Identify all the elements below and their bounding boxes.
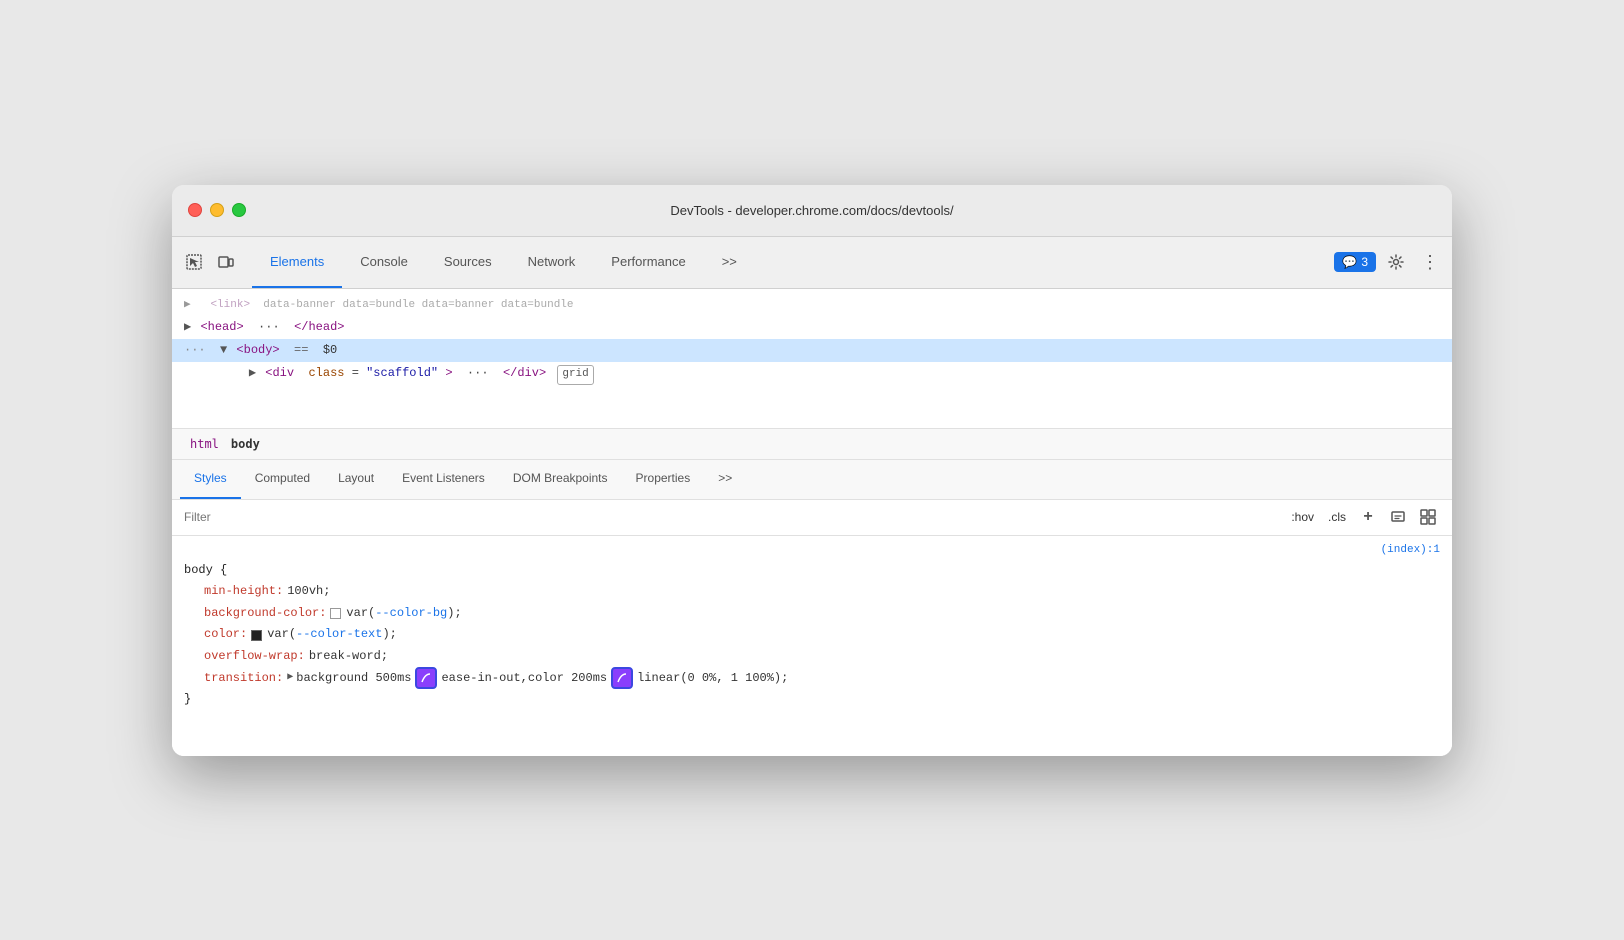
tab-styles[interactable]: Styles (180, 460, 241, 499)
tab-console[interactable]: Console (342, 237, 426, 288)
window-title: DevTools - developer.chrome.com/docs/dev… (670, 203, 953, 218)
tab-properties[interactable]: Properties (622, 460, 705, 499)
tab-dom-breakpoints[interactable]: DOM Breakpoints (499, 460, 622, 499)
toggle-computed-button[interactable] (1416, 505, 1440, 529)
hov-button[interactable]: :hov (1287, 508, 1318, 526)
top-toolbar: Elements Console Sources Network Perform… (172, 237, 1452, 289)
breadcrumb-body[interactable]: body (225, 435, 266, 453)
tab-event-listeners[interactable]: Event Listeners (388, 460, 499, 499)
messages-badge[interactable]: 💬 3 (1334, 252, 1376, 272)
toolbar-icons (180, 248, 240, 276)
dom-line-div[interactable]: ▶ <div class = "scaffold" > ··· </div> g… (172, 362, 1452, 387)
color-swatch-text[interactable] (251, 630, 262, 641)
css-panel: (index):1 body { min-height: 100vh; back… (172, 536, 1452, 756)
dom-line-body[interactable]: ··· ▼ <body> == $0 (172, 339, 1452, 362)
force-element-state-button[interactable] (1386, 505, 1410, 529)
filter-bar: :hov .cls + (172, 500, 1452, 536)
tab-more-lower[interactable]: >> (704, 460, 746, 499)
main-tab-bar: Elements Console Sources Network Perform… (252, 237, 755, 288)
minimize-button[interactable] (210, 203, 224, 217)
add-style-button[interactable]: + (1356, 505, 1380, 529)
css-source-link[interactable]: (index):1 (184, 544, 1440, 556)
tab-more[interactable]: >> (704, 237, 755, 288)
css-prop-transition: transition: ▶ background 500ms ease-in-o… (184, 667, 1440, 689)
devtools-window: DevTools - developer.chrome.com/docs/dev… (172, 185, 1452, 756)
device-mode-button[interactable] (212, 248, 240, 276)
breadcrumb-html[interactable]: html (184, 435, 225, 453)
css-selector-line: body { (184, 560, 1440, 582)
filter-actions: :hov .cls + (1287, 505, 1440, 529)
maximize-button[interactable] (232, 203, 246, 217)
dom-panel: ▶ <link> data-banner data=bundle data=ba… (172, 289, 1452, 429)
css-prop-overflow-wrap: overflow-wrap: break-word; (184, 646, 1440, 668)
tab-elements[interactable]: Elements (252, 237, 342, 288)
css-prop-color: color: var(--color-text); (184, 624, 1440, 646)
easing-highlight-1[interactable] (415, 667, 437, 689)
tab-performance[interactable]: Performance (593, 237, 703, 288)
lower-tabs: Styles Computed Layout Event Listeners D… (172, 460, 1452, 500)
color-swatch-bg[interactable] (330, 608, 341, 619)
traffic-lights (188, 203, 246, 217)
toolbar-right: 💬 3 ⋮ (1334, 248, 1444, 276)
devtools-panel: Elements Console Sources Network Perform… (172, 237, 1452, 756)
inspect-element-button[interactable] (180, 248, 208, 276)
tab-sources[interactable]: Sources (426, 237, 510, 288)
more-options-button[interactable]: ⋮ (1416, 248, 1444, 276)
breadcrumb-bar: html body (172, 429, 1452, 460)
css-close-brace-line: } (184, 689, 1440, 711)
close-button[interactable] (188, 203, 202, 217)
css-prop-background-color: background-color: var(--color-bg); (184, 603, 1440, 625)
settings-button[interactable] (1382, 248, 1410, 276)
transition-expand-arrow[interactable]: ▶ (287, 669, 293, 687)
css-prop-min-height: min-height: 100vh; (184, 581, 1440, 603)
dom-line-head[interactable]: ▶ <head> ··· </head> (172, 316, 1452, 339)
tab-layout[interactable]: Layout (324, 460, 388, 499)
dom-line-blurred: ▶ <link> data-banner data=bundle data=ba… (172, 295, 1452, 317)
grid-badge[interactable]: grid (557, 365, 593, 385)
title-bar: DevTools - developer.chrome.com/docs/dev… (172, 185, 1452, 237)
cls-button[interactable]: .cls (1324, 508, 1350, 526)
tab-network[interactable]: Network (510, 237, 594, 288)
tab-computed[interactable]: Computed (241, 460, 324, 499)
filter-input[interactable] (184, 510, 1279, 524)
easing-highlight-2[interactable] (611, 667, 633, 689)
